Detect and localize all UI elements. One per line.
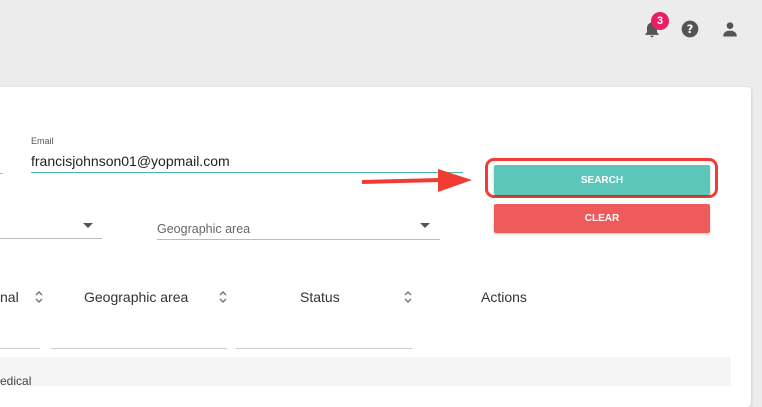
sort-icon[interactable]	[404, 290, 412, 304]
column-filter-input[interactable]	[51, 348, 227, 349]
search-button[interactable]: SEARCH	[494, 165, 710, 195]
field-underline	[0, 173, 3, 174]
column-filter-input[interactable]	[236, 348, 412, 349]
top-bar: 3 ?	[0, 0, 762, 60]
email-label: Email	[31, 136, 54, 146]
clear-button[interactable]: CLEAR	[494, 204, 710, 233]
column-header-geographic-area[interactable]: Geographic area	[84, 289, 188, 305]
column-filter-input[interactable]	[0, 348, 40, 349]
geographic-area-underline	[157, 239, 440, 240]
column-header-status[interactable]: Status	[300, 289, 340, 305]
chevron-down-icon[interactable]	[83, 223, 93, 228]
geographic-area-select[interactable]: Geographic area	[157, 222, 250, 236]
chevron-down-icon[interactable]	[420, 223, 430, 228]
notification-badge: 3	[651, 12, 669, 30]
select-underline	[0, 238, 102, 239]
column-header-nal[interactable]: nal	[0, 289, 19, 305]
arrow-annotation-icon	[361, 169, 472, 192]
column-header-actions: Actions	[481, 289, 527, 305]
table-row[interactable]	[0, 357, 731, 386]
help-icon[interactable]: ?	[680, 19, 700, 39]
user-icon[interactable]	[720, 19, 740, 39]
sort-icon[interactable]	[219, 290, 227, 304]
sort-icon[interactable]	[35, 290, 43, 304]
svg-text:?: ?	[687, 22, 694, 36]
